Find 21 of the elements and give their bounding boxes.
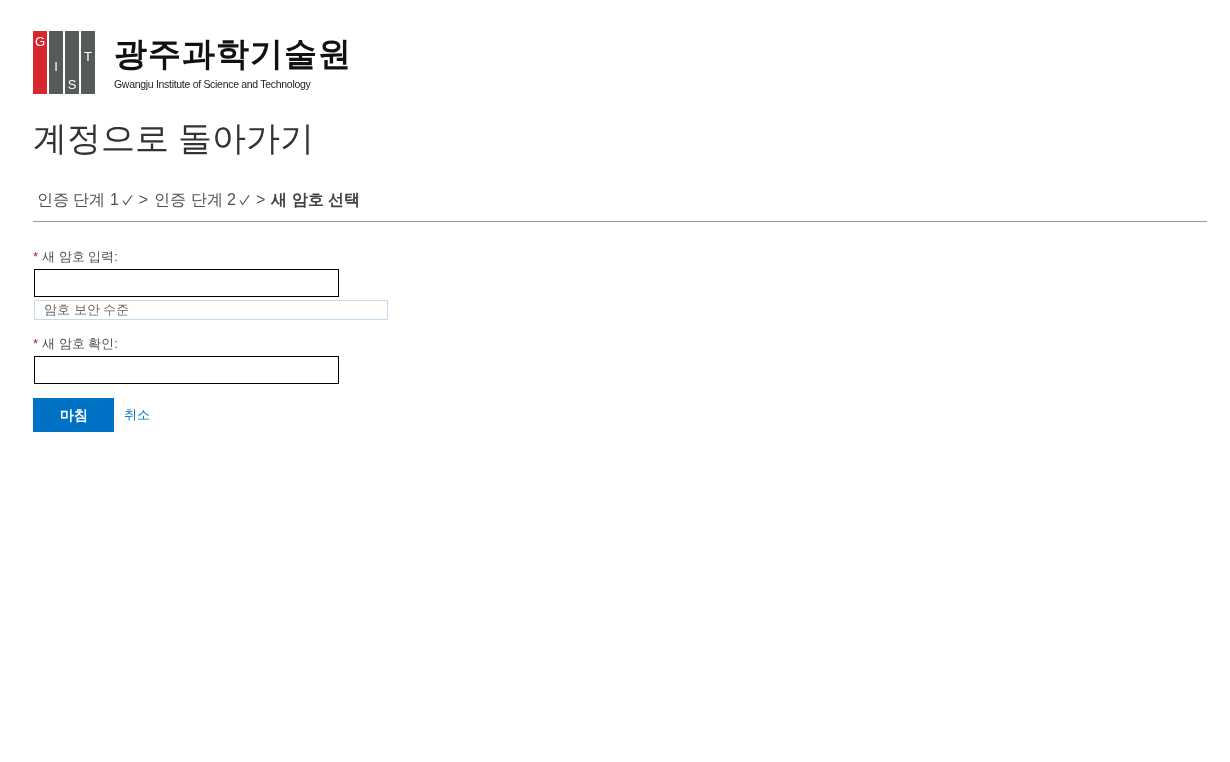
step-label: 새 암호 선택	[271, 190, 361, 210]
logo-wordmark: 광주과학기술원	[114, 34, 352, 73]
field-label: 새 암호 입력:	[42, 248, 118, 266]
logo-bar: I	[49, 31, 63, 94]
cancel-link[interactable]: 취소	[124, 406, 150, 424]
required-asterisk: *	[33, 335, 39, 353]
page-heading: 계정으로 돌아가기	[33, 118, 315, 159]
logo-bar: G	[33, 31, 47, 94]
step-label: 인증 단계 2	[154, 190, 236, 210]
strength-meter: 암호 보안 수준	[34, 300, 388, 320]
step-separator: >	[255, 190, 266, 210]
logo-subtitle: Gwangju Institute of Science and Technology	[114, 76, 312, 91]
required-asterisk: *	[33, 248, 39, 266]
finish-button[interactable]: 마침	[33, 398, 114, 432]
step-label: 인증 단계 1	[37, 190, 119, 210]
field-label: 새 암호 확인:	[42, 335, 118, 353]
password-field[interactable]	[34, 356, 339, 384]
logo-bar: S	[65, 31, 79, 94]
logo-bar: T	[81, 31, 95, 94]
password-field[interactable]	[34, 269, 339, 297]
step-separator: >	[138, 190, 149, 210]
